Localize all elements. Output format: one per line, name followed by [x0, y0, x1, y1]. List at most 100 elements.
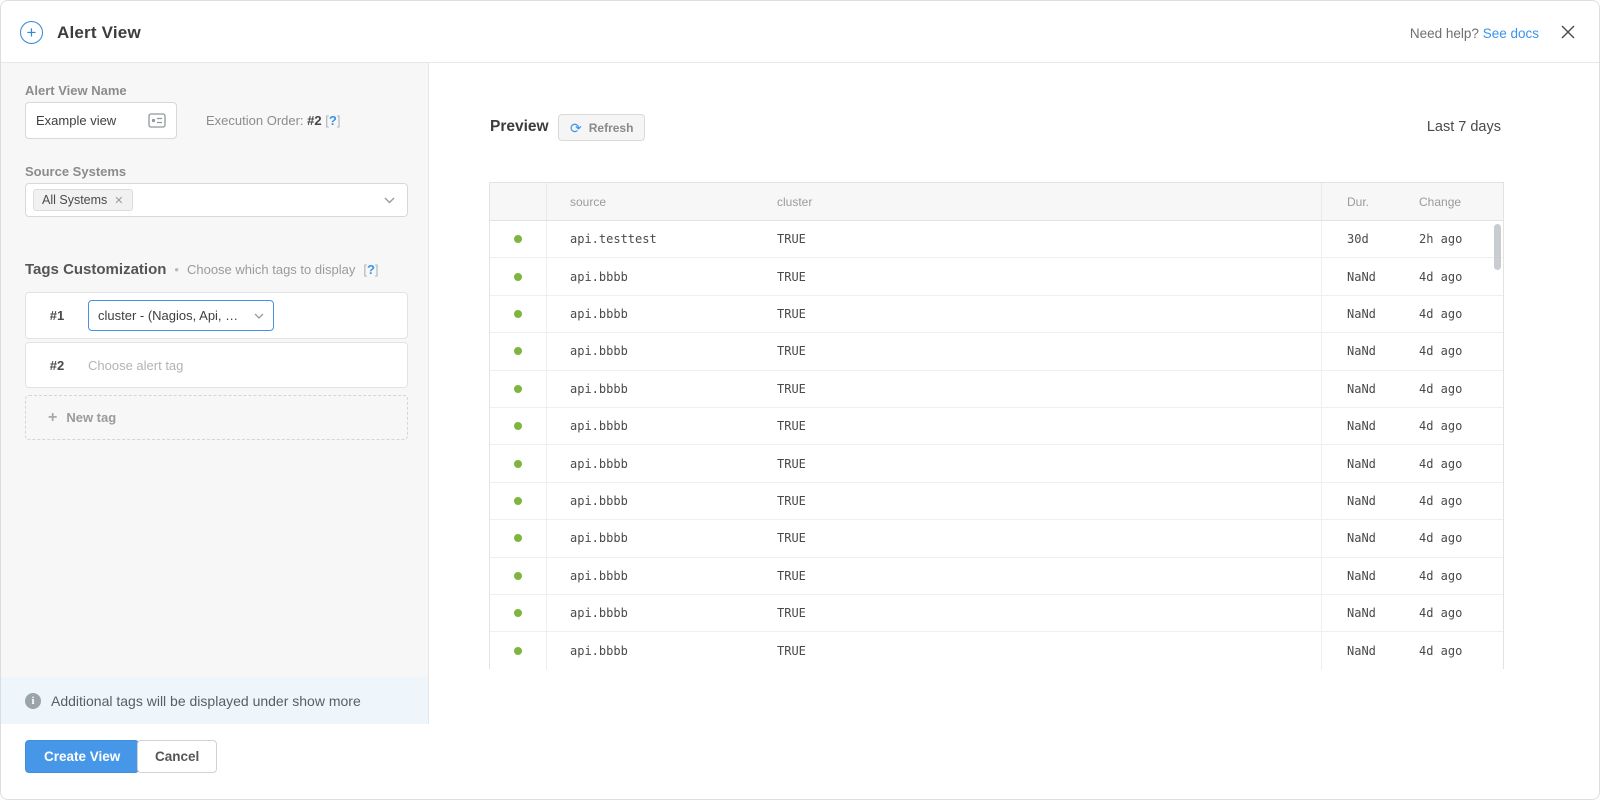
config-sidebar: Alert View Name Example view Execution O…	[1, 63, 429, 677]
info-icon: i	[25, 692, 41, 709]
new-tag-button[interactable]: + New tag	[25, 395, 408, 440]
tags-title: Tags Customization	[25, 261, 167, 278]
status-ok-dot-icon	[514, 496, 522, 505]
tag-select-value: cluster - (Nagios, Api, …	[98, 308, 239, 323]
status-ok-dot-icon	[514, 347, 522, 356]
status-ok-dot-icon	[514, 571, 522, 580]
table-header-row: source cluster Dur. Change	[490, 183, 1503, 221]
source-cell: api.bbbb	[570, 419, 628, 434]
source-cell: api.bbbb	[570, 456, 628, 471]
refresh-icon: ⟳	[570, 119, 582, 136]
cluster-cell: TRUE	[777, 306, 806, 321]
cluster-cell: TRUE	[777, 419, 806, 434]
footer-bar: Create View Cancel	[1, 724, 1599, 799]
status-ok-dot-icon	[514, 646, 522, 655]
duration-cell: NaNd	[1321, 557, 1399, 594]
chevron-down-icon	[254, 313, 264, 319]
status-ok-dot-icon	[514, 272, 522, 281]
cluster-cell: TRUE	[777, 606, 806, 621]
source-cell: api.bbbb	[570, 606, 628, 621]
status-ok-dot-icon	[514, 609, 522, 618]
status-cell	[490, 482, 547, 520]
source-cell: api.bbbb	[570, 531, 628, 546]
status-ok-dot-icon	[514, 384, 522, 393]
source-cell: api.bbbb	[570, 493, 628, 508]
duration-cell: NaNd	[1321, 594, 1399, 632]
status-cell	[490, 221, 547, 258]
source-column-header: source	[570, 194, 607, 209]
execution-order-value: #2	[307, 113, 322, 128]
duration-cell: 30d	[1321, 221, 1399, 258]
view-card-icon	[148, 113, 166, 128]
table-row: api.testtest TRUE 30d 2h ago	[490, 221, 1503, 259]
cluster-cell: TRUE	[777, 232, 806, 247]
refresh-button[interactable]: ⟳ Refresh	[558, 114, 646, 141]
change-cell: 4d ago	[1419, 306, 1463, 321]
table-row: api.bbbb TRUE NaNd 4d ago	[490, 482, 1503, 521]
table-row: api.bbbb TRUE NaNd 4d ago	[490, 520, 1503, 558]
change-column-header: Change	[1419, 194, 1462, 209]
tag-row-1: #1 cluster - (Nagios, Api, …	[25, 292, 408, 339]
create-view-button[interactable]: Create View	[25, 740, 140, 773]
top-bar: + Alert View Need help? See docs	[1, 1, 1599, 63]
source-cell: api.bbbb	[570, 306, 628, 321]
table-row: api.bbbb TRUE NaNd 4d ago	[490, 445, 1503, 483]
cancel-button[interactable]: Cancel	[137, 740, 218, 773]
source-cell: api.bbbb	[570, 568, 628, 583]
duration-cell: NaNd	[1321, 333, 1399, 370]
cluster-column-header: cluster	[777, 194, 813, 209]
duration-cell: NaNd	[1321, 407, 1399, 445]
table-row: api.bbbb TRUE NaNd 4d ago	[490, 333, 1503, 371]
tag-row-index: #2	[49, 357, 65, 373]
tags-subtitle: Choose which tags to display	[186, 262, 356, 277]
cluster-cell: TRUE	[777, 381, 806, 396]
change-cell: 4d ago	[1419, 419, 1463, 434]
table-row: api.bbbb TRUE NaNd 4d ago	[490, 295, 1503, 334]
change-cell: 4d ago	[1419, 643, 1463, 658]
alert-view-name-input[interactable]: Example view	[25, 102, 177, 139]
status-ok-dot-icon	[514, 534, 522, 543]
duration-cell: NaNd	[1321, 632, 1399, 670]
status-cell	[490, 407, 547, 445]
execution-order-help-icon[interactable]: [?]	[325, 113, 340, 128]
duration-cell: NaNd	[1321, 370, 1399, 407]
tags-help-icon[interactable]: [?]	[363, 262, 378, 277]
change-cell: 4d ago	[1419, 381, 1463, 396]
duration-column-header: Dur.	[1321, 183, 1399, 220]
see-docs-link[interactable]: See docs	[1483, 26, 1539, 41]
alert-view-modal: + Alert View Need help? See docs Alert V…	[0, 0, 1600, 800]
chip-remove-icon[interactable]: ✕	[114, 194, 123, 207]
duration-cell: NaNd	[1321, 258, 1399, 295]
status-cell	[490, 258, 547, 295]
preview-panel: Preview ⟳ Refresh Last 7 days source clu…	[430, 63, 1599, 724]
bullet-separator: •	[174, 262, 179, 277]
tag-select-2[interactable]: Choose alert tag	[88, 358, 183, 373]
close-icon[interactable]	[1559, 23, 1577, 41]
source-cell: api.bbbb	[570, 344, 628, 359]
change-cell: 4d ago	[1419, 531, 1463, 546]
source-systems-label: Source Systems	[25, 164, 127, 179]
status-cell	[490, 333, 547, 370]
refresh-label: Refresh	[588, 120, 634, 135]
table-row: api.bbbb TRUE NaNd 4d ago	[490, 258, 1503, 296]
tag-select-1[interactable]: cluster - (Nagios, Api, …	[88, 300, 274, 331]
source-system-chip: All Systems ✕	[33, 189, 133, 211]
status-ok-dot-icon	[514, 309, 522, 318]
status-cell	[490, 520, 547, 557]
status-cell	[490, 594, 547, 632]
status-ok-dot-icon	[514, 235, 522, 244]
status-ok-dot-icon	[514, 422, 522, 431]
cluster-cell: TRUE	[777, 456, 806, 471]
status-cell	[490, 370, 547, 407]
tags-customization-header: Tags Customization • Choose which tags t…	[25, 261, 379, 278]
change-cell: 4d ago	[1419, 456, 1463, 471]
duration-cell: NaNd	[1321, 520, 1399, 557]
plus-icon: +	[48, 408, 58, 426]
preview-table: source cluster Dur. Change api.testtest …	[489, 182, 1504, 670]
table-scrollbar[interactable]	[1494, 224, 1501, 270]
status-cell	[490, 632, 547, 670]
cluster-cell: TRUE	[777, 269, 806, 284]
time-range-label: Last 7 days	[1426, 119, 1501, 135]
source-systems-select[interactable]: All Systems ✕	[25, 183, 408, 217]
table-row: api.bbbb TRUE NaNd 4d ago	[490, 370, 1503, 408]
